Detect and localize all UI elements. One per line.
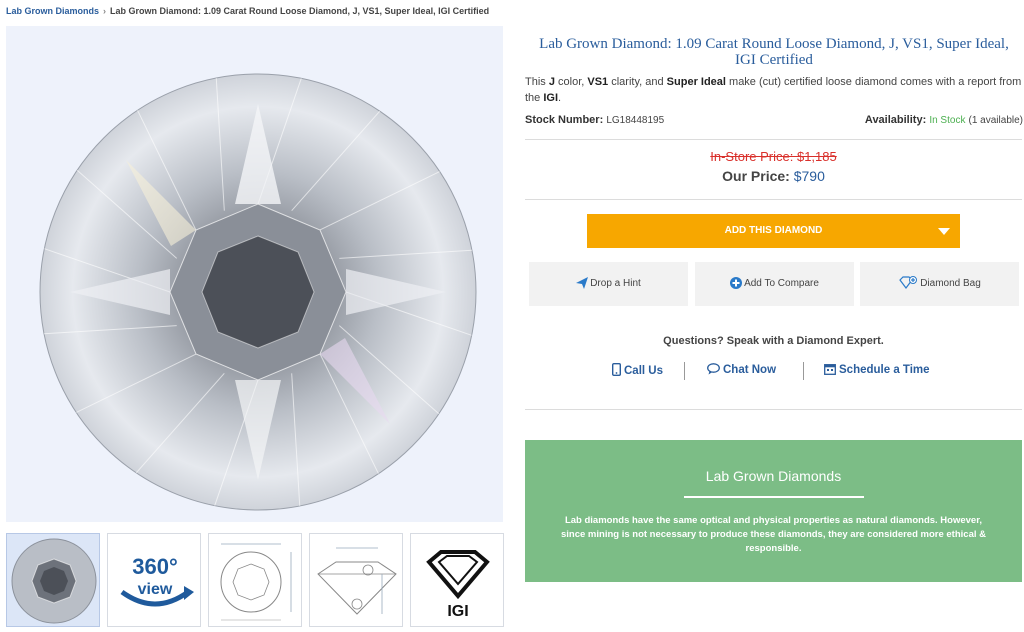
- availability-label: Availability:: [864, 114, 927, 126]
- promo-text: Lab diamonds have the same optical and p…: [561, 515, 986, 554]
- desc-cut: Super Ideal: [666, 76, 726, 88]
- divider-top: [525, 139, 1022, 140]
- promo-title: Lab Grown Diamonds: [705, 468, 842, 484]
- view360-top-text: 360°: [132, 554, 178, 579]
- schedule-a-time-link[interactable]: Schedule a Time: [824, 363, 930, 376]
- lab-grown-promo: Lab Grown Diamonds Lab diamonds have the…: [525, 440, 1022, 582]
- call-us-label: Call Us: [624, 365, 663, 377]
- diamond-thumbnail-icon: [11, 538, 97, 624]
- expert-question: Questions? Speak with a Diamond Expert.: [663, 335, 884, 347]
- diamond-bag-label: Diamond Bag: [920, 278, 981, 289]
- stock-number-value: LG18448195: [606, 115, 665, 126]
- side-profile-diagram-icon: [317, 547, 397, 615]
- thumbnail-igi-certificate[interactable]: IGI: [410, 533, 504, 627]
- paper-plane-icon: [576, 277, 589, 290]
- thumbnail-photo[interactable]: [6, 533, 100, 627]
- breadcrumb: Lab Grown Diamonds › Lab Grown Diamond: 1.…: [6, 6, 489, 16]
- diamond-heart-icon: [899, 276, 918, 290]
- breadcrumb-current: Lab Grown Diamond: 1.09 Carat Round Loos…: [110, 6, 490, 16]
- desc-part-1: This: [525, 76, 549, 88]
- top-view-diagram-icon: [220, 543, 292, 621]
- thumbnail-strip: 360° view IGI: [6, 533, 506, 627]
- desc-lab: IGI: [543, 92, 559, 104]
- our-price-label: Our Price:: [722, 168, 790, 184]
- availability-count: (1 available): [968, 115, 1023, 126]
- drop-a-hint-button[interactable]: Drop a Hint: [529, 262, 688, 306]
- call-us-link[interactable]: Call Us: [611, 362, 663, 377]
- add-to-compare-button[interactable]: Add To Compare: [695, 262, 854, 306]
- diamond-bag-button[interactable]: Diamond Bag: [860, 262, 1019, 306]
- stock-number-label: Stock Number:: [525, 114, 604, 126]
- thumbnail-side-diagram[interactable]: [309, 533, 403, 627]
- add-to-compare-label: Add To Compare: [744, 278, 819, 289]
- breadcrumb-link-lab-grown[interactable]: Lab Grown Diamonds: [6, 6, 99, 16]
- add-button-label: ADD THIS DIAMOND: [724, 225, 823, 236]
- igi-logo-icon: IGI: [426, 550, 490, 620]
- 360-view-icon: 360° view: [120, 554, 194, 607]
- desc-clarity: VS1: [587, 76, 609, 88]
- our-price-value: $790: [793, 168, 825, 184]
- chat-bubble-icon: [707, 363, 720, 375]
- plus-circle-icon: [730, 277, 743, 290]
- thumbnail-360-view[interactable]: 360° view: [107, 533, 201, 627]
- divider-price: [525, 199, 1022, 200]
- our-price: Our Price: $790: [525, 167, 1022, 185]
- breadcrumb-separator: ›: [103, 6, 107, 16]
- stock-row: Stock Number: LG18448195 Availability: I…: [525, 114, 1023, 134]
- desc-part-5: .: [558, 92, 562, 104]
- product-title: Lab Grown Diamond: 1.09 Carat Round Loos…: [539, 36, 1009, 68]
- contact-separator-1: [684, 362, 685, 380]
- view360-bottom-text: view: [138, 581, 173, 598]
- contact-separator-2: [803, 362, 804, 380]
- caret-down-icon[interactable]: [938, 228, 950, 235]
- price-box: In-Store Price: $1,185 Our Price: $790: [525, 149, 1022, 185]
- desc-part-2: color,: [554, 76, 588, 88]
- divider-contact: [525, 409, 1022, 410]
- add-this-diamond-button[interactable]: ADD THIS DIAMOND: [587, 214, 960, 248]
- schedule-a-time-label: Schedule a Time: [839, 364, 930, 376]
- availability-group: Availability: In Stock (1 available): [865, 114, 1023, 126]
- diamond-photo: [39, 73, 477, 511]
- stock-number-group: Stock Number: LG18448195: [525, 114, 664, 126]
- promo-underline: [683, 496, 864, 498]
- desc-part-3: clarity, and: [608, 76, 667, 88]
- igi-logo-text: IGI: [447, 603, 468, 620]
- main-diamond-image[interactable]: [6, 26, 503, 522]
- drop-a-hint-label: Drop a Hint: [590, 278, 641, 289]
- product-description: This J color, VS1 clarity, and Super Ide…: [525, 74, 1023, 106]
- chat-now-link[interactable]: Chat Now: [707, 363, 776, 376]
- instore-price: In-Store Price: $1,185: [710, 149, 837, 164]
- chat-now-label: Chat Now: [723, 364, 777, 376]
- phone-icon: [611, 362, 621, 377]
- product-info: Lab Grown Diamond: 1.09 Carat Round Loos…: [525, 26, 1023, 134]
- thumbnail-top-diagram[interactable]: [208, 533, 302, 627]
- calendar-icon: [824, 364, 836, 375]
- availability-status: In Stock: [929, 115, 966, 126]
